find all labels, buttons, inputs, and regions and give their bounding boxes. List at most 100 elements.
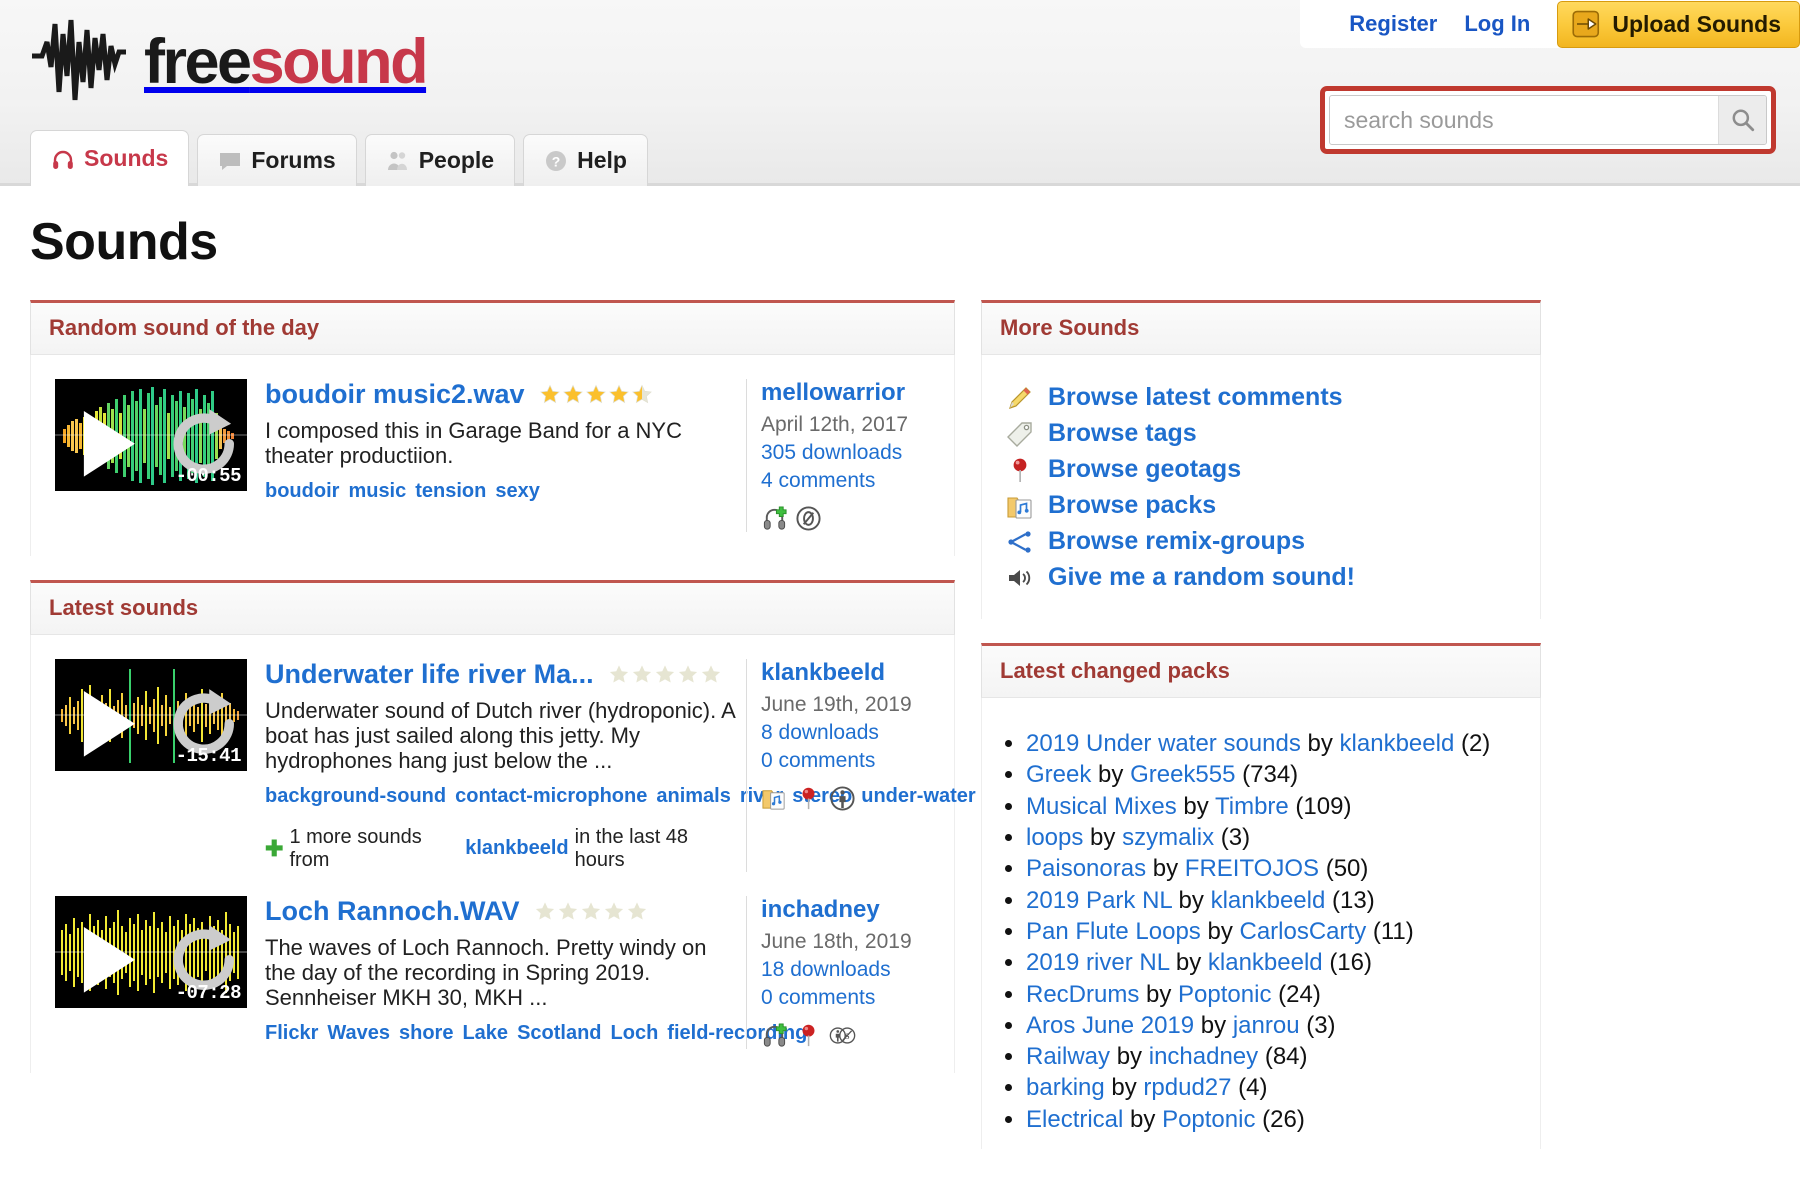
- pack-user-link[interactable]: klankbeeld: [1208, 949, 1323, 976]
- cc-zero-icon[interactable]: [795, 505, 822, 532]
- by-word: by: [1175, 949, 1202, 977]
- site-logo[interactable]: freesound: [30, 12, 429, 108]
- pack-user-link[interactable]: CarlosCarty: [1240, 918, 1367, 945]
- pack-name-link[interactable]: Aros June 2019: [1026, 1012, 1194, 1039]
- more-item-random-sound[interactable]: Give me a random sound!: [1006, 563, 1540, 592]
- pack-user-link[interactable]: szymalix: [1122, 824, 1214, 851]
- more-item-label[interactable]: Browse geotags: [1048, 455, 1241, 484]
- tag-link[interactable]: Scotland: [517, 1022, 601, 1044]
- pack-name-link[interactable]: RecDrums: [1026, 981, 1139, 1008]
- tag-link[interactable]: Lake: [462, 1022, 508, 1044]
- pack-name-link[interactable]: 2019 Under water sounds: [1026, 730, 1301, 757]
- pack-name-link[interactable]: Railway: [1026, 1043, 1110, 1070]
- pack-user-link[interactable]: klankbeeld: [1211, 887, 1326, 914]
- play-icon[interactable]: [62, 400, 150, 488]
- sound-author-link[interactable]: mellowarrior: [761, 379, 954, 407]
- sound-comments-link[interactable]: 4 comments: [761, 469, 954, 493]
- more-from-user-link[interactable]: klankbeeld: [465, 837, 568, 860]
- pack-name-link[interactable]: Greek: [1026, 761, 1091, 788]
- sound-player[interactable]: -00:55: [55, 379, 247, 491]
- search-input[interactable]: [1330, 96, 1718, 144]
- more-item-browse-geotags[interactable]: Browse geotags: [1006, 455, 1540, 484]
- more-item-label[interactable]: Browse packs: [1048, 491, 1216, 520]
- pack-user-link[interactable]: Poptonic: [1162, 1106, 1255, 1133]
- sound-title-link[interactable]: boudoir music2.wav: [265, 379, 525, 410]
- more-item-browse-packs[interactable]: Browse packs: [1006, 491, 1540, 520]
- cc-by-icon[interactable]: [829, 785, 856, 812]
- pack-user-link[interactable]: FREITOJOS: [1185, 855, 1319, 882]
- pack-user-link[interactable]: klankbeeld: [1340, 730, 1455, 757]
- upload-sounds-button[interactable]: Upload Sounds: [1557, 0, 1800, 48]
- sound-downloads-link[interactable]: 305 downloads: [761, 441, 954, 465]
- tag-link[interactable]: sexy: [495, 480, 540, 502]
- sound-player[interactable]: -15:41: [55, 659, 247, 771]
- pack-user-link[interactable]: janrou: [1233, 1012, 1300, 1039]
- tag-link[interactable]: contact-microphone: [455, 785, 647, 807]
- sound-downloads-link[interactable]: 8 downloads: [761, 721, 954, 745]
- rating-stars[interactable]: [539, 384, 653, 405]
- tag-link[interactable]: Flickr: [265, 1022, 318, 1044]
- pack-user-link[interactable]: Timbre: [1215, 793, 1289, 820]
- more-item-label[interactable]: Give me a random sound!: [1048, 563, 1355, 592]
- register-link[interactable]: Register: [1349, 11, 1437, 37]
- play-icon[interactable]: [62, 916, 150, 1004]
- search-submit-button[interactable]: [1718, 96, 1766, 144]
- tag-link[interactable]: music: [348, 480, 406, 502]
- pack-user-link[interactable]: inchadney: [1149, 1043, 1258, 1070]
- more-item-label[interactable]: Browse tags: [1048, 419, 1197, 448]
- tab-people[interactable]: People: [364, 134, 516, 186]
- tag-link[interactable]: background-sound: [265, 785, 446, 807]
- tag-link[interactable]: shore: [399, 1022, 453, 1044]
- pack-user-link[interactable]: Poptonic: [1178, 981, 1271, 1008]
- pack-folder-icon[interactable]: [761, 785, 788, 812]
- more-item-browse-tags[interactable]: Browse tags: [1006, 419, 1540, 448]
- sound-downloads-link[interactable]: 18 downloads: [761, 958, 954, 982]
- by-word: by: [1200, 1011, 1227, 1039]
- sound-author-link[interactable]: klankbeeld: [761, 659, 954, 687]
- tag-link[interactable]: Loch: [611, 1022, 659, 1044]
- list-item: Electrical by Poptonic (26): [1026, 1106, 1540, 1134]
- pack-name-link[interactable]: Musical Mixes: [1026, 793, 1177, 820]
- sound-date: June 19th, 2019: [761, 693, 912, 716]
- tab-sounds[interactable]: Sounds: [30, 130, 190, 186]
- remix-headphones-icon[interactable]: [761, 1022, 788, 1049]
- tag-link[interactable]: animals: [656, 785, 730, 807]
- pack-name-link[interactable]: barking: [1026, 1074, 1105, 1101]
- login-link[interactable]: Log In: [1464, 11, 1530, 37]
- star-full-icon: [539, 384, 560, 404]
- geotag-pin-icon[interactable]: [795, 785, 822, 812]
- tag-link[interactable]: tension: [415, 480, 486, 502]
- pack-name-link[interactable]: Paisonoras: [1026, 855, 1146, 882]
- tag-link[interactable]: boudoir: [265, 480, 339, 502]
- rating-stars[interactable]: [608, 664, 722, 685]
- sound-comments-link[interactable]: 0 comments: [761, 749, 954, 773]
- cc-by-nc-icon[interactable]: S: [829, 1022, 856, 1049]
- rating-stars[interactable]: [534, 901, 648, 922]
- sound-title-link[interactable]: Loch Rannoch.WAV: [265, 896, 520, 927]
- more-item-label[interactable]: Browse remix-groups: [1048, 527, 1305, 556]
- more-item-label[interactable]: Browse latest comments: [1048, 383, 1343, 412]
- remix-headphones-icon[interactable]: [761, 505, 788, 532]
- search-box[interactable]: [1329, 95, 1767, 145]
- list-item: loops by szymalix (3): [1026, 824, 1540, 852]
- sound-title-link[interactable]: Underwater life river Ma...: [265, 659, 594, 690]
- pack-name-link[interactable]: loops: [1026, 824, 1083, 851]
- pack-user-link[interactable]: rpdud27: [1143, 1074, 1231, 1101]
- tag-link[interactable]: Waves: [327, 1022, 390, 1044]
- tab-forums[interactable]: Forums: [197, 134, 357, 186]
- main-column: Random sound of the day -00:55 boudoir m…: [30, 300, 1180, 1097]
- sound-author-link[interactable]: inchadney: [761, 896, 954, 924]
- pack-name-link[interactable]: Pan Flute Loops: [1026, 918, 1201, 945]
- geotag-pin-icon[interactable]: [795, 1022, 822, 1049]
- sound-comments-link[interactable]: 0 comments: [761, 986, 954, 1010]
- more-sounds-panel-header: More Sounds: [981, 300, 1541, 355]
- sound-player[interactable]: -07:28: [55, 895, 247, 1008]
- more-item-browse-remix-groups[interactable]: Browse remix-groups: [1006, 527, 1540, 556]
- more-item-browse-latest-comments[interactable]: Browse latest comments: [1006, 383, 1540, 412]
- tab-help[interactable]: ? Help: [523, 134, 648, 186]
- pack-name-link[interactable]: Electrical: [1026, 1106, 1123, 1133]
- pack-name-link[interactable]: 2019 river NL: [1026, 949, 1169, 976]
- pack-user-link[interactable]: Greek555: [1130, 761, 1235, 788]
- play-icon[interactable]: [62, 680, 150, 768]
- pack-name-link[interactable]: 2019 Park NL: [1026, 887, 1172, 914]
